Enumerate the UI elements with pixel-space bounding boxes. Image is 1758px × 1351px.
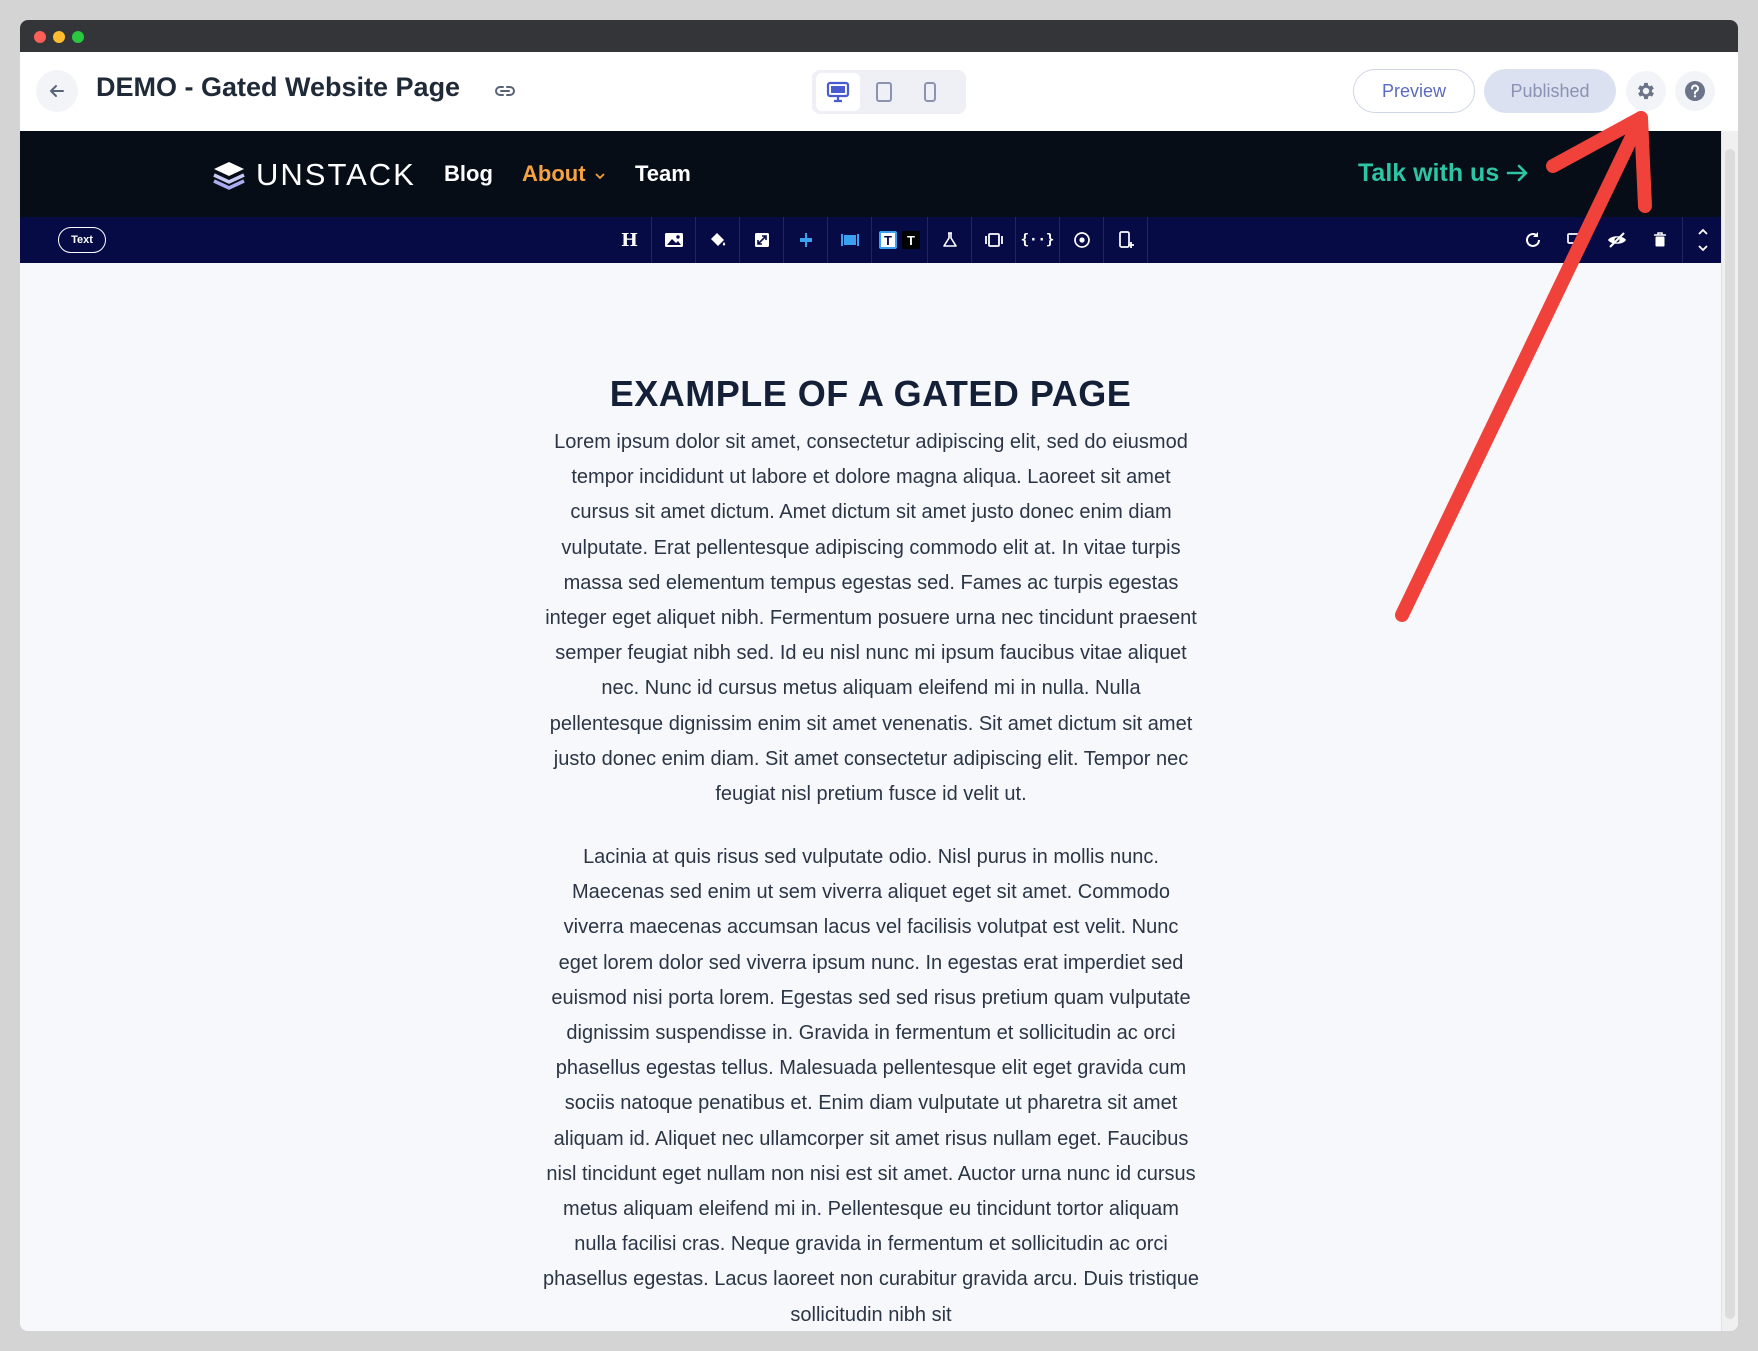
delete-tool[interactable]	[1640, 217, 1680, 263]
desktop-view-button[interactable]	[816, 73, 860, 111]
add-section-icon	[1118, 231, 1134, 248]
hide-tool[interactable]	[1597, 217, 1637, 263]
maximize-window-button[interactable]	[72, 31, 84, 43]
target-tool[interactable]	[1060, 217, 1104, 263]
code-icon: {··}	[1020, 232, 1055, 248]
window-titlebar	[20, 20, 1738, 52]
code-tool[interactable]: {··}	[1016, 217, 1060, 263]
close-window-button[interactable]	[34, 31, 46, 43]
settings-gear-icon	[1638, 82, 1654, 100]
browser-window: DEMO - Gated Website Page Preview Publis…	[20, 20, 1738, 1331]
fill-icon	[710, 233, 725, 246]
delete-icon	[1654, 232, 1666, 247]
desktop-icon	[826, 81, 850, 103]
text-color-dark-icon: T	[902, 231, 920, 249]
hide-icon	[1608, 232, 1626, 248]
talk-with-us-link[interactable]: Talk with us	[1358, 159, 1530, 188]
editor-header: DEMO - Gated Website Page Preview Publis…	[20, 52, 1738, 131]
move-icon	[1697, 228, 1708, 252]
target-icon	[1073, 232, 1090, 248]
tablet-icon	[876, 82, 892, 102]
align-tool[interactable]	[784, 217, 828, 263]
section-tools: H T T {··}	[608, 217, 1148, 263]
text-color-tool[interactable]: T T	[872, 217, 928, 263]
unstack-logo[interactable]: UNSTACK	[212, 157, 416, 193]
mobile-icon	[924, 82, 936, 102]
device-switcher	[812, 70, 966, 114]
help-icon	[1685, 81, 1705, 101]
add-section-tool[interactable]	[1104, 217, 1148, 263]
section-type-label[interactable]: Text	[58, 227, 106, 253]
width-tool[interactable]	[828, 217, 872, 263]
frame-icon	[984, 233, 1003, 247]
image-icon	[664, 233, 683, 247]
heading-tool[interactable]: H	[608, 217, 652, 263]
refresh-tool[interactable]	[1513, 217, 1553, 263]
page-title: DEMO - Gated Website Page	[96, 72, 461, 102]
nav-about[interactable]: About	[522, 161, 606, 187]
resize-icon	[754, 233, 769, 247]
section-toolbar: Text H T T {··}	[20, 217, 1721, 263]
nav-about-label: About	[522, 161, 586, 186]
cta-label: Talk with us	[1358, 159, 1500, 187]
logo-text: UNSTACK	[256, 157, 416, 192]
site-navigation: UNSTACK Blog About Team Talk with us	[20, 131, 1721, 217]
arrow-left-icon	[50, 85, 64, 97]
chevron-down-icon	[595, 173, 605, 180]
arrow-right-icon	[1506, 164, 1528, 182]
refresh-icon	[1526, 232, 1540, 247]
page-scrollbar[interactable]	[1721, 131, 1738, 1331]
align-icon	[799, 233, 812, 247]
fill-tool[interactable]	[696, 217, 740, 263]
preview-button[interactable]: Preview	[1353, 69, 1475, 113]
settings-button[interactable]	[1626, 71, 1666, 111]
page-headline[interactable]: EXAMPLE OF A GATED PAGE	[20, 373, 1721, 415]
page-content: EXAMPLE OF A GATED PAGE Lorem ipsum dolo…	[20, 263, 1721, 1331]
content-paragraph[interactable]: Lacinia at quis risus sed vulputate odio…	[542, 840, 1200, 1331]
link-icon[interactable]	[494, 80, 516, 107]
text-color-light-icon: T	[879, 231, 897, 249]
width-icon	[840, 234, 859, 246]
image-tool[interactable]	[652, 217, 696, 263]
layers-logo-icon	[213, 162, 245, 190]
tablet-view-button[interactable]	[862, 73, 906, 111]
mobile-view-button[interactable]	[908, 73, 952, 111]
heading-icon: H	[620, 229, 638, 251]
move-tool[interactable]	[1682, 217, 1722, 263]
minimize-window-button[interactable]	[53, 31, 65, 43]
experiment-tool[interactable]	[928, 217, 972, 263]
scrollbar-thumb[interactable]	[1725, 149, 1735, 1319]
duplicate-tool[interactable]	[1555, 217, 1595, 263]
content-paragraph[interactable]: Lorem ipsum dolor sit amet, consectetur …	[542, 425, 1200, 812]
duplicate-icon	[1567, 233, 1582, 247]
help-button[interactable]	[1675, 71, 1715, 111]
back-button[interactable]	[36, 70, 78, 112]
frame-tool[interactable]	[972, 217, 1016, 263]
resize-tool[interactable]	[740, 217, 784, 263]
flask-icon	[942, 232, 957, 247]
published-button[interactable]: Published	[1484, 69, 1616, 113]
nav-team[interactable]: Team	[635, 161, 691, 187]
nav-blog[interactable]: Blog	[444, 161, 493, 187]
